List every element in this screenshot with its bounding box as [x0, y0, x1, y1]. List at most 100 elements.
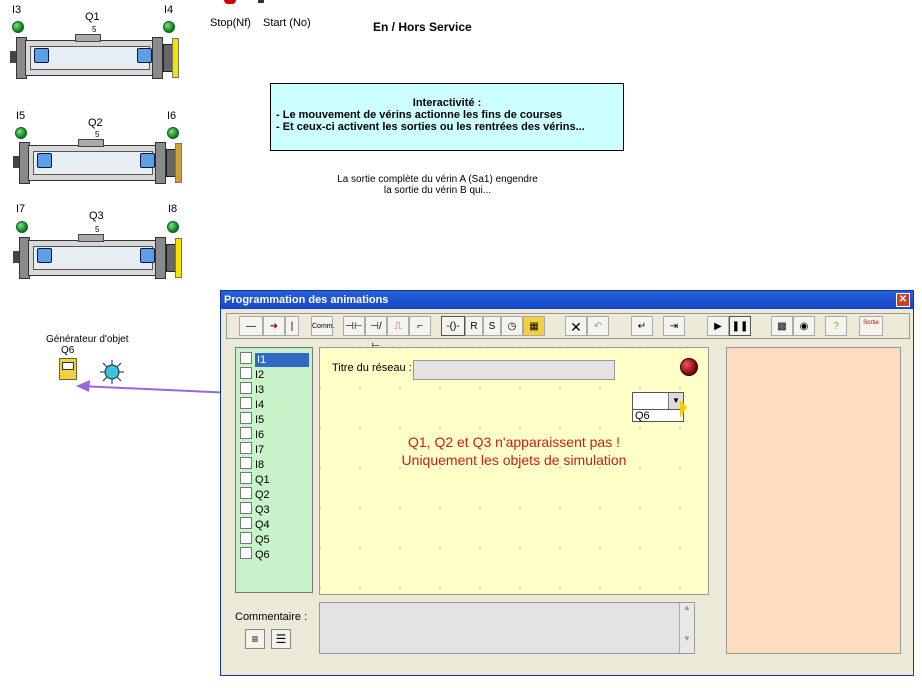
- cylinder-name: Q3: [89, 210, 104, 222]
- checkbox[interactable]: [240, 352, 252, 364]
- service-label[interactable]: En / Hors Service: [373, 20, 472, 34]
- comment-scrollbar[interactable]: ▲ ▼: [679, 603, 694, 653]
- info-line: - Et ceux-ci activent les sorties ou les…: [276, 121, 585, 133]
- vertical-line-tool-icon[interactable]: |: [285, 316, 299, 336]
- pause-icon[interactable]: ❚❚: [729, 316, 751, 336]
- list-item[interactable]: Q2: [240, 487, 270, 501]
- generator-compass-icon[interactable]: [100, 360, 124, 384]
- list-item[interactable]: I4: [240, 397, 264, 411]
- checkbox[interactable]: [240, 397, 252, 409]
- list-item[interactable]: Q6: [240, 547, 270, 561]
- checkbox[interactable]: [240, 502, 252, 514]
- properties-panel[interactable]: [726, 347, 901, 654]
- cylinder-name: Q1: [85, 11, 100, 23]
- sensor-label: I4: [164, 4, 174, 16]
- list-item-label: I7: [255, 444, 265, 456]
- contact-nc-icon[interactable]: ⊣/⊢: [365, 316, 387, 352]
- note-line: La sortie complète du vérin A (Sa1) enge…: [337, 174, 538, 185]
- insert-line-icon[interactable]: ↵: [631, 316, 653, 336]
- undo-icon[interactable]: ↶: [587, 316, 609, 336]
- sensor-label: I8: [168, 203, 178, 215]
- status-lamp-icon: [680, 358, 698, 376]
- network-title-input[interactable]: [413, 360, 615, 380]
- checkbox[interactable]: [240, 457, 252, 469]
- sensor-lamp-icon: [163, 21, 175, 33]
- list-item[interactable]: Q1: [240, 472, 270, 486]
- list-item[interactable]: I8: [240, 457, 264, 471]
- list-item-label: I2: [255, 369, 265, 381]
- grid-icon[interactable]: ▩: [771, 316, 793, 336]
- checkbox[interactable]: [240, 532, 252, 544]
- cylinder-graphic[interactable]: 5: [10, 25, 180, 80]
- checkbox[interactable]: [240, 367, 252, 379]
- help-icon[interactable]: ?: [825, 316, 847, 336]
- list-item[interactable]: I1: [240, 352, 309, 367]
- start-label: Start (No): [263, 17, 311, 29]
- falling-edge-icon[interactable]: ⌐: [409, 316, 431, 336]
- close-icon[interactable]: ✕: [896, 293, 910, 307]
- checkbox[interactable]: [240, 412, 252, 424]
- list-item[interactable]: Q5: [240, 532, 270, 546]
- cylinder-graphic[interactable]: 5: [13, 225, 183, 280]
- generator-name: Q6: [61, 345, 75, 356]
- list-item[interactable]: I3: [240, 382, 264, 396]
- align-justify-icon[interactable]: ☰: [271, 629, 291, 649]
- comment-textarea[interactable]: ▲ ▼: [319, 602, 695, 654]
- eye-icon[interactable]: ◉: [793, 316, 815, 336]
- list-item[interactable]: I6: [240, 427, 264, 441]
- sensor-lamp-icon: [167, 127, 179, 139]
- rising-edge-icon[interactable]: ⎍: [387, 316, 409, 336]
- list-item-label: Q3: [255, 504, 270, 516]
- object-select[interactable]: ▼: [632, 392, 684, 410]
- dropdown-option[interactable]: Q6: [632, 409, 684, 422]
- contact-no-icon[interactable]: ⊣⊢: [343, 316, 365, 336]
- checkbox[interactable]: [240, 427, 252, 439]
- sensor-label: I6: [167, 110, 177, 122]
- insert-network-icon[interactable]: ⇥: [663, 316, 685, 336]
- sensor-label: I7: [16, 203, 26, 215]
- stop-button-icon[interactable]: [224, 0, 236, 4]
- list-item[interactable]: Q3: [240, 502, 270, 516]
- play-icon[interactable]: ▶: [707, 316, 729, 336]
- reset-coil-button[interactable]: R: [465, 316, 483, 336]
- delete-icon[interactable]: ✕: [565, 316, 587, 336]
- generator-object-icon[interactable]: [59, 358, 77, 380]
- list-item[interactable]: I5: [240, 412, 264, 426]
- object-list[interactable]: I1 I2 I3 I4 I5 I6 I7 I8 Q1 Q2 Q3 Q4 Q5 Q6: [235, 347, 313, 593]
- list-item-label: Q6: [255, 549, 270, 561]
- coil-icon[interactable]: -()-: [441, 316, 465, 336]
- counter-icon[interactable]: ▦: [523, 316, 545, 336]
- set-coil-button[interactable]: S: [483, 316, 501, 336]
- comment-tool-button[interactable]: Comm.: [311, 316, 335, 336]
- start-button-icon[interactable]: [258, 0, 264, 3]
- align-left-icon[interactable]: ≡: [245, 629, 265, 649]
- list-item[interactable]: Q4: [240, 517, 270, 531]
- window-titlebar[interactable]: Programmation des animations ✕: [221, 291, 913, 309]
- checkbox[interactable]: [240, 382, 252, 394]
- checkbox[interactable]: [240, 517, 252, 529]
- checkbox[interactable]: [240, 487, 252, 499]
- list-item[interactable]: I7: [240, 442, 264, 456]
- list-item-label: I5: [255, 414, 265, 426]
- animation-programming-window: Programmation des animations ✕ — ➜ | Com…: [220, 290, 914, 676]
- sensor-label: I3: [12, 4, 22, 16]
- checkbox[interactable]: [240, 472, 252, 484]
- list-item[interactable]: I2: [240, 367, 264, 381]
- list-item-label: Q1: [255, 474, 270, 486]
- checkbox[interactable]: [240, 547, 252, 559]
- list-item-label: I3: [255, 384, 265, 396]
- sensor-lamp-icon: [15, 127, 27, 139]
- info-line: - Le mouvement de vérins actionne les fi…: [276, 109, 563, 121]
- checkbox[interactable]: [240, 442, 252, 454]
- cylinder-name: Q2: [88, 117, 103, 129]
- valve-marker: 5: [95, 225, 100, 234]
- info-title: Interactivité :: [412, 97, 482, 109]
- cylinder-graphic[interactable]: 5: [13, 130, 183, 185]
- arrow-tool-icon[interactable]: ➜: [263, 316, 285, 336]
- info-box: Interactivité : - Le mouvement de vérins…: [270, 83, 624, 151]
- line-tool-icon[interactable]: —: [239, 316, 263, 336]
- network-canvas[interactable]: Titre du réseau : ▼ Q6 Q1, Q2 et Q3 n'ap…: [319, 347, 709, 595]
- timer-icon[interactable]: ◷: [501, 316, 523, 336]
- exit-button[interactable]: Sortie: [859, 316, 883, 336]
- list-item-label: Q4: [255, 519, 270, 531]
